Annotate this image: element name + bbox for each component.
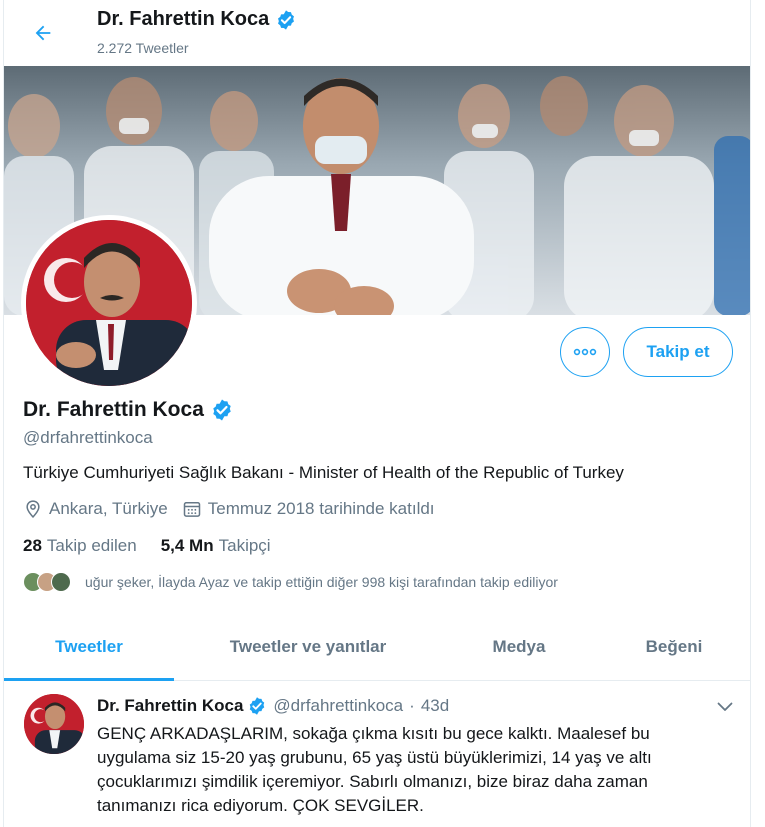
followers-label: Takipçi <box>218 536 271 555</box>
tweet-author-handle[interactable]: @drfahrettinkoca <box>273 696 403 716</box>
tweet-author-name[interactable]: Dr. Fahrettin Koca <box>97 696 243 716</box>
follower-avatar <box>51 572 71 592</box>
following-label: Takip edilen <box>46 536 137 555</box>
profile-name: Dr. Fahrettin Koca <box>23 398 204 421</box>
location-item: Ankara, Türkiye <box>23 499 168 519</box>
joined-item: Temmuz 2018 tarihinde katıldı <box>182 499 435 519</box>
profile-bio: Türkiye Cumhuriyeti Sağlık Bakanı - Mini… <box>23 463 624 482</box>
tab-media[interactable]: Medya <box>442 614 596 680</box>
location-pin-icon <box>26 500 40 518</box>
tweet-menu-button[interactable] <box>714 696 736 718</box>
verified-badge-icon <box>250 697 265 715</box>
tweet-item[interactable]: Dr. Fahrettin Koca @drfahrettinkoca · 43… <box>4 682 750 827</box>
tweet-timestamp[interactable]: 43d <box>421 696 449 716</box>
back-button[interactable] <box>26 16 60 50</box>
tab-tweets[interactable]: Tweetler <box>4 614 174 681</box>
profile-handle: @drfahrettinkoca <box>23 428 153 447</box>
location-text: Ankara, Türkiye <box>49 499 168 518</box>
tweet-count: 2.272 Tweetler <box>97 40 189 56</box>
verified-badge-icon <box>278 9 295 30</box>
followers-stat[interactable]: 5,4 Mn Takipçi <box>161 536 271 556</box>
avatar-image <box>26 220 192 386</box>
calendar-icon <box>183 502 200 517</box>
tweet-avatar[interactable] <box>24 694 84 754</box>
followed-by-row[interactable]: uğur şeker, İlayda Ayaz ve takip ettiğin… <box>23 572 558 592</box>
following-stat[interactable]: 28 Takip edilen <box>23 536 137 556</box>
top-header: Dr. Fahrettin Koca 2.272 Tweetler <box>4 0 750 66</box>
profile-avatar[interactable] <box>21 215 197 391</box>
profile-name-row: Dr. Fahrettin Koca <box>23 398 234 422</box>
following-count: 28 <box>23 536 42 555</box>
tweet-header: Dr. Fahrettin Koca @drfahrettinkoca · 43… <box>97 696 449 716</box>
chevron-down-icon <box>717 702 733 711</box>
header-name: Dr. Fahrettin Koca <box>97 8 270 30</box>
profile-tabs: Tweetler Tweetler ve yanıtlar Medya Beğe… <box>4 614 750 681</box>
tweet-avatar-image <box>24 694 84 754</box>
profile-page: Dr. Fahrettin Koca 2.272 Tweetler Takip … <box>3 0 751 827</box>
profile-stats: 28 Takip edilen 5,4 Mn Takipçi <box>23 536 271 556</box>
followed-by-text: uğur şeker, İlayda Ayaz ve takip ettiğin… <box>85 574 558 590</box>
arrow-left-icon <box>35 25 51 41</box>
tab-likes[interactable]: Beğeni <box>596 614 750 680</box>
tweet-separator: · <box>409 696 415 715</box>
tweet-text: GENÇ ARKADAŞLARIM, sokağa çıkma kısıtı b… <box>97 724 652 815</box>
followers-count: 5,4 Mn <box>160 536 214 555</box>
header-title: Dr. Fahrettin Koca <box>97 8 297 31</box>
verified-badge-icon <box>213 399 231 421</box>
more-dots-icon <box>573 348 597 356</box>
joined-text: Temmuz 2018 tarihinde katıldı <box>207 499 435 518</box>
tab-tweets-and-replies[interactable]: Tweetler ve yanıtlar <box>174 614 442 680</box>
follow-button[interactable]: Takip et <box>623 327 733 377</box>
profile-meta: Ankara, Türkiye Temmuz 2018 tarihinde ka… <box>23 499 449 519</box>
more-options-button[interactable] <box>560 327 610 377</box>
